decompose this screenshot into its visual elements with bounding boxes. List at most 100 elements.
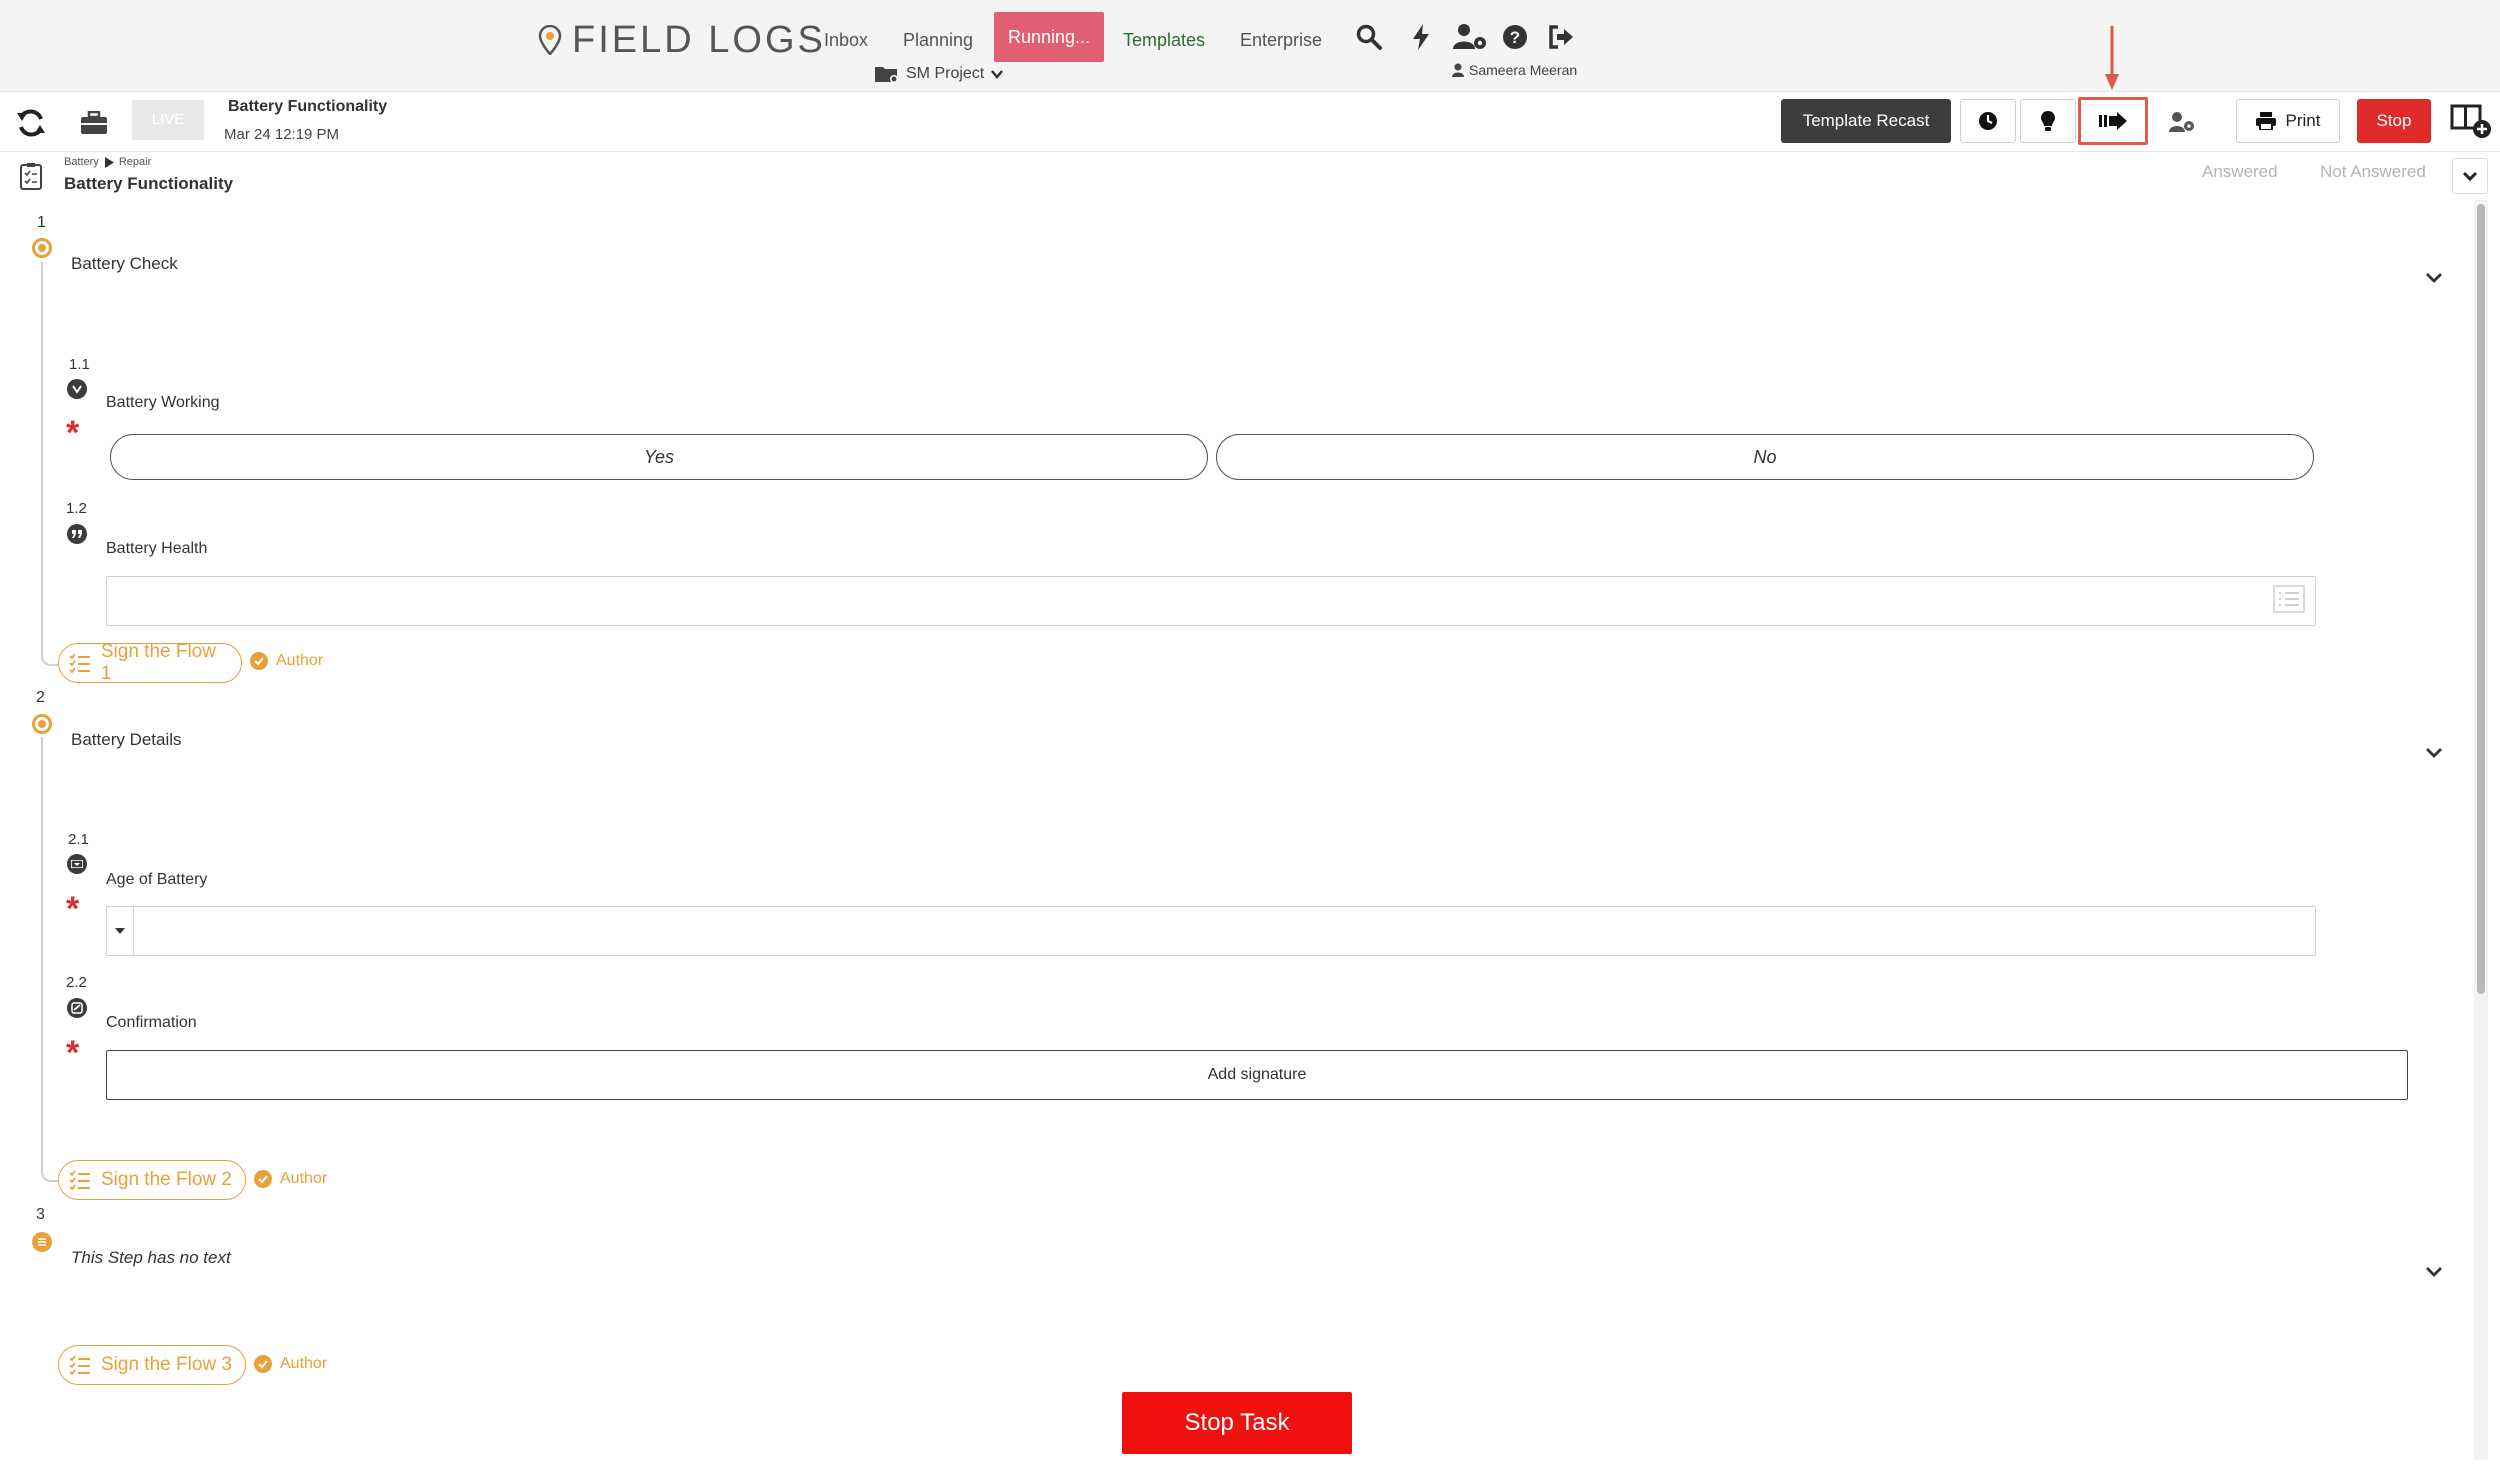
template-recast-button[interactable]: Template Recast xyxy=(1781,99,1951,143)
search-icon[interactable] xyxy=(1354,22,1384,52)
yes-no-type-icon xyxy=(67,379,87,399)
list-check-icon xyxy=(69,1170,90,1190)
quote-type-icon xyxy=(67,524,87,544)
nav-running[interactable]: Running... xyxy=(994,12,1105,62)
author-status: Author xyxy=(250,652,323,670)
required-marker: * xyxy=(66,1034,80,1072)
help-icon[interactable]: ? xyxy=(1500,22,1530,52)
required-marker: * xyxy=(66,890,80,928)
lightbulb-icon xyxy=(2041,111,2055,131)
briefcase-icon[interactable] xyxy=(78,108,110,138)
answered-filter[interactable]: Answered xyxy=(2202,162,2278,182)
project-name: SM Project xyxy=(906,65,985,82)
question-number: 2.2 xyxy=(66,974,87,991)
print-button[interactable]: Print xyxy=(2236,99,2340,143)
question-label: Confirmation xyxy=(106,1014,197,1031)
breadcrumb-item[interactable]: Repair xyxy=(119,156,151,168)
nav-enterprise[interactable]: Enterprise xyxy=(1240,22,1322,58)
annotation-arrow-icon xyxy=(2105,26,2119,90)
user-icon xyxy=(1452,63,1464,77)
sign-flow-3-button[interactable]: Sign the Flow 3 xyxy=(58,1345,246,1385)
stop-task-button[interactable]: Stop Task xyxy=(1122,1392,1352,1454)
sign-flow-label: Sign the Flow 1 xyxy=(100,641,216,684)
not-answered-filter[interactable]: Not Answered xyxy=(2320,162,2426,182)
step-number: 1 xyxy=(37,214,46,231)
print-label: Print xyxy=(2285,111,2321,130)
author-label: Author xyxy=(276,652,324,669)
user-settings-icon[interactable] xyxy=(1452,22,1488,52)
battery-health-input[interactable] xyxy=(106,576,2316,626)
no-option-button[interactable]: No xyxy=(1216,434,2314,480)
current-user[interactable]: Sameera Meeran xyxy=(1452,62,1577,78)
chevron-down-icon xyxy=(991,70,1004,79)
sign-flow-2-button[interactable]: Sign the Flow 2 xyxy=(58,1160,246,1200)
chevron-down-icon[interactable] xyxy=(2422,741,2446,765)
logo-pin-icon xyxy=(538,25,562,55)
author-label: Author xyxy=(280,1355,328,1372)
top-nav: FIELD LOGS Inbox Planning Running... Tem… xyxy=(0,0,2500,92)
nav-templates[interactable]: Templates xyxy=(1123,22,1205,58)
step-title: Battery Check xyxy=(71,254,178,273)
yes-option-button[interactable]: Yes xyxy=(110,434,1208,480)
list-check-icon xyxy=(69,1355,90,1375)
chevron-down-icon xyxy=(2462,171,2478,182)
logout-icon[interactable] xyxy=(1546,22,1576,52)
stop-button[interactable]: Stop xyxy=(2357,99,2431,143)
breadcrumb: Battery Repair xyxy=(64,156,151,168)
hint-button[interactable] xyxy=(2020,99,2076,143)
project-selector[interactable]: SM Project xyxy=(874,64,1004,84)
assign-user-icon[interactable] xyxy=(2166,108,2198,136)
svg-text:?: ? xyxy=(1510,28,1520,47)
filter-toggle-button[interactable] xyxy=(2452,158,2488,194)
check-circle-icon xyxy=(254,1355,272,1373)
live-badge: LIVE xyxy=(132,100,204,140)
author-status: Author xyxy=(254,1355,327,1373)
question-number: 1.2 xyxy=(66,500,87,517)
chevron-down-icon[interactable] xyxy=(2422,266,2446,290)
sign-flow-label: Sign the Flow 2 xyxy=(101,1169,232,1190)
dropdown-type-icon xyxy=(67,854,87,874)
add-panel-icon[interactable] xyxy=(2450,104,2492,140)
printer-icon xyxy=(2255,112,2276,130)
app-logo[interactable]: FIELD LOGS xyxy=(538,16,826,64)
step-connector xyxy=(41,1164,59,1182)
caret-down-icon xyxy=(114,928,125,934)
play-arrow-icon xyxy=(104,156,114,168)
step-number: 2 xyxy=(36,689,45,706)
step-title: This Step has no text xyxy=(71,1248,231,1267)
age-of-battery-select[interactable] xyxy=(106,906,2316,956)
step-line xyxy=(41,262,43,660)
logo-text: FIELD LOGS xyxy=(572,18,826,61)
author-status: Author xyxy=(254,1170,327,1188)
user-name: Sameera Meeran xyxy=(1469,62,1578,78)
scrollbar-thumb[interactable] xyxy=(2477,204,2485,994)
check-circle-icon xyxy=(254,1170,272,1188)
question-number: 1.1 xyxy=(69,356,90,373)
step-list-icon xyxy=(32,1232,52,1252)
breadcrumb-item[interactable]: Battery xyxy=(64,156,99,168)
add-signature-button[interactable]: Add signature xyxy=(106,1050,2408,1100)
step-status-dot xyxy=(32,238,52,258)
page-title: Battery Functionality xyxy=(64,174,234,193)
question-number: 2.1 xyxy=(68,831,89,848)
refresh-icon[interactable] xyxy=(14,106,48,140)
folder-icon xyxy=(875,67,898,83)
chevron-down-icon[interactable] xyxy=(2422,1260,2446,1284)
history-button[interactable] xyxy=(1960,99,2016,143)
dropdown-toggle[interactable] xyxy=(106,906,134,956)
clock-icon xyxy=(1979,112,1997,130)
skip-forward-button[interactable] xyxy=(2078,97,2148,145)
nav-planning[interactable]: Planning xyxy=(903,22,973,58)
list-icon[interactable] xyxy=(2272,584,2306,614)
skip-forward-icon xyxy=(2099,112,2127,130)
checklist-icon xyxy=(16,160,46,192)
question-label: Battery Health xyxy=(106,540,208,557)
nav-inbox[interactable]: Inbox xyxy=(824,22,868,58)
author-label: Author xyxy=(280,1170,328,1187)
sign-flow-label: Sign the Flow 3 xyxy=(101,1354,232,1375)
list-check-icon xyxy=(69,653,90,673)
step-connector xyxy=(41,648,59,666)
lightning-icon[interactable] xyxy=(1406,22,1436,52)
sign-flow-1-button[interactable]: Sign the Flow 1 xyxy=(58,641,242,684)
step-number: 3 xyxy=(36,1206,45,1223)
